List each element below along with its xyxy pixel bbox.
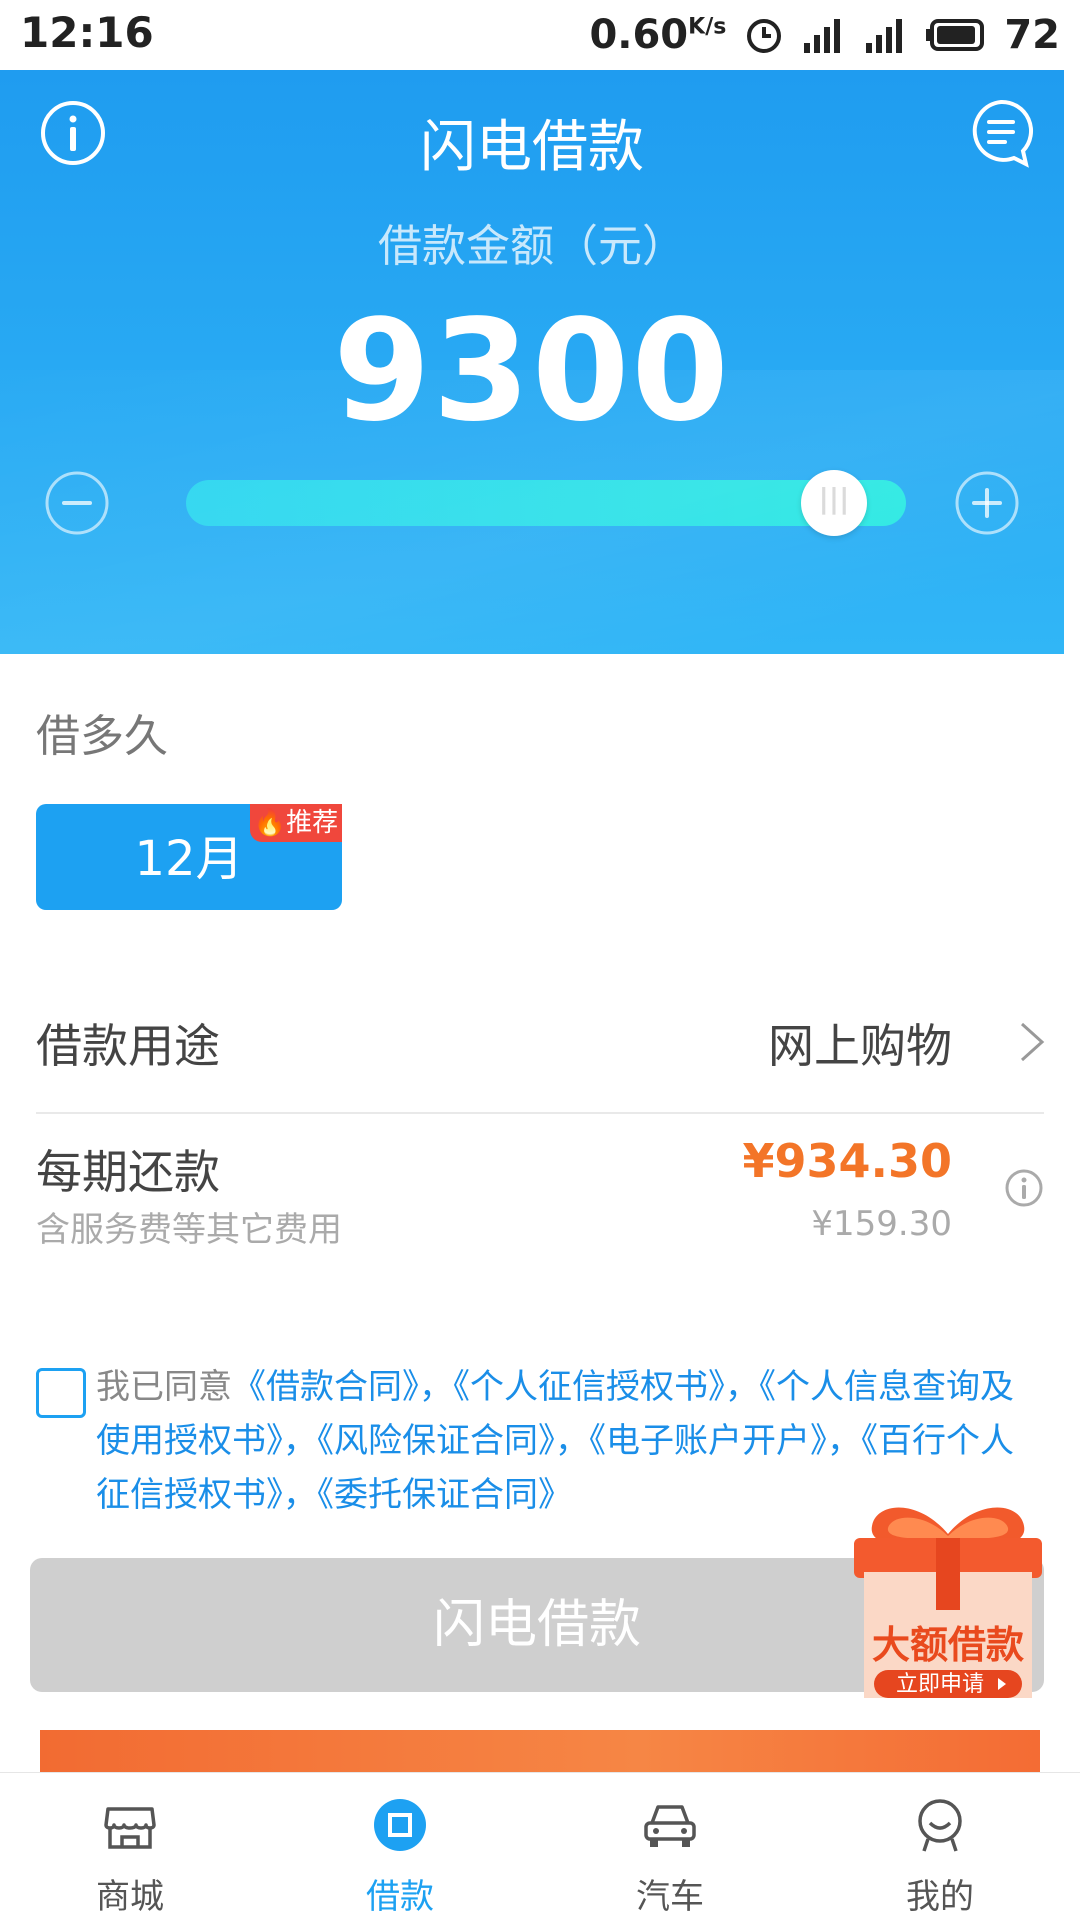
store-icon xyxy=(104,1807,156,1849)
agreement-prefix: 我已同意 xyxy=(96,1367,232,1407)
tab-me[interactable]: 我的 xyxy=(850,1773,1030,1921)
agreement-checkbox[interactable] xyxy=(36,1368,86,1418)
increase-amount-button[interactable] xyxy=(954,470,1020,536)
loan-amount-panel: 闪电借款 借款金额（元） 9300 xyxy=(0,70,1064,654)
car-icon xyxy=(644,1805,696,1847)
link-credit-authorization[interactable]: 《个人征信授权书》 xyxy=(453,1367,725,1407)
link-risk-guarantee-contract[interactable]: 《风险保证合同》 xyxy=(317,1421,555,1461)
repayment-secondary-amount: ¥159.30 xyxy=(811,1204,952,1244)
amount-value: 9300 xyxy=(333,290,731,453)
large-loan-promo[interactable]: 大额借款 立即申请 xyxy=(848,1490,1048,1702)
promo-banner[interactable] xyxy=(40,1730,1040,1772)
tab-me-label: 我的 xyxy=(906,1877,974,1917)
chevron-right-icon[interactable] xyxy=(1018,1020,1046,1064)
repayment-subtitle: 含服务费等其它费用 xyxy=(36,1210,342,1250)
link-loan-contract[interactable]: 《借款合同》 xyxy=(232,1367,419,1407)
amount-slider-handle[interactable] xyxy=(801,470,867,536)
link-entrusted-guarantee-contract[interactable]: 《委托保证合同》 xyxy=(317,1475,572,1515)
tab-mall-label: 商城 xyxy=(96,1877,164,1917)
purpose-label: 借款用途 xyxy=(36,1019,220,1073)
profile-icon xyxy=(918,1799,962,1852)
alarm-icon xyxy=(747,19,782,53)
amount-label: 借款金额（元） xyxy=(378,221,686,272)
bottom-tab-bar: 商城 借款 汽车 我的 xyxy=(0,1772,1080,1921)
tab-loan[interactable]: 借款 xyxy=(310,1773,490,1921)
tab-loan-label: 借款 xyxy=(366,1877,434,1917)
network-speed-value: 0.60 xyxy=(589,12,689,58)
network-speed-unit: K/s xyxy=(688,14,727,40)
amount-slider-track[interactable] xyxy=(186,480,906,526)
purpose-value[interactable]: 网上购物 xyxy=(768,1010,952,1076)
loan-icon xyxy=(374,1799,426,1851)
term-label: 借多久 xyxy=(36,711,168,762)
signal-4g-icon xyxy=(804,19,841,53)
repayment-label: 每期还款 xyxy=(36,1145,220,1199)
status-indicators: 0.60K/s 72 xyxy=(589,8,1060,62)
page-title: 闪电借款 xyxy=(420,115,644,180)
tab-car[interactable]: 汽车 xyxy=(580,1773,760,1921)
recommended-badge: 🔥推荐 xyxy=(250,804,342,842)
battery-level: 72 xyxy=(1004,12,1060,58)
fire-icon: 🔥 xyxy=(253,808,287,838)
decrease-amount-button[interactable] xyxy=(44,470,110,536)
link-e-account-opening[interactable]: 《电子账户开户》 xyxy=(589,1421,827,1461)
message-icon[interactable] xyxy=(968,98,1034,170)
tab-mall[interactable]: 商城 xyxy=(40,1773,220,1921)
status-time: 12:16 xyxy=(20,8,154,57)
promo-title: 大额借款 xyxy=(872,1623,1024,1667)
signal-icon xyxy=(866,19,903,53)
network-speed: 0.60K/s xyxy=(589,12,726,58)
battery-icon xyxy=(926,19,985,51)
tab-car-label: 汽车 xyxy=(636,1877,704,1917)
promo-cta: 立即申请 xyxy=(896,1672,984,1697)
divider xyxy=(36,1112,1044,1114)
repayment-info-icon[interactable] xyxy=(1004,1168,1044,1208)
repayment-amount: ¥934.30 xyxy=(742,1134,952,1188)
status-bar: 12:16 0.60K/s 72 xyxy=(0,0,1080,70)
recommended-badge-label: 推荐 xyxy=(286,808,339,838)
